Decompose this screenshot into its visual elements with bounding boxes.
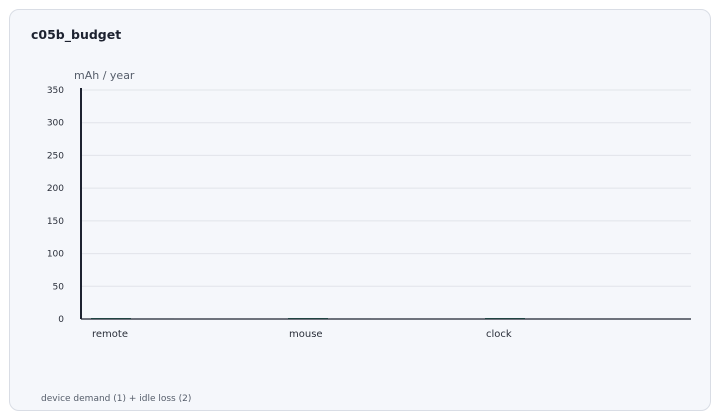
y-axis-label: mAh / year bbox=[74, 69, 135, 82]
grid-lines bbox=[81, 89, 691, 287]
y-tick-label: 100 bbox=[47, 250, 64, 260]
y-tick-label: 0 bbox=[58, 315, 64, 325]
y-tick-label: 300 bbox=[47, 119, 64, 129]
x-tick-label: clock bbox=[486, 329, 512, 340]
y-tick-label: 350 bbox=[47, 86, 64, 96]
y-tick-label: 50 bbox=[53, 282, 65, 292]
y-tick-label: 200 bbox=[47, 184, 64, 194]
y-tick-label: 250 bbox=[47, 151, 64, 161]
y-tick-labels: 0 50 100 150 200 250 300 350 bbox=[47, 86, 64, 325]
x-tick-labels: remote mouse clock bbox=[92, 329, 512, 340]
bar-chart: 0 50 100 150 200 250 300 350 remote mouse clock m… bbox=[47, 69, 691, 340]
x-tick-label: remote bbox=[92, 329, 128, 340]
x-tick-label: mouse bbox=[289, 329, 323, 340]
y-tick-label: 150 bbox=[47, 217, 64, 227]
